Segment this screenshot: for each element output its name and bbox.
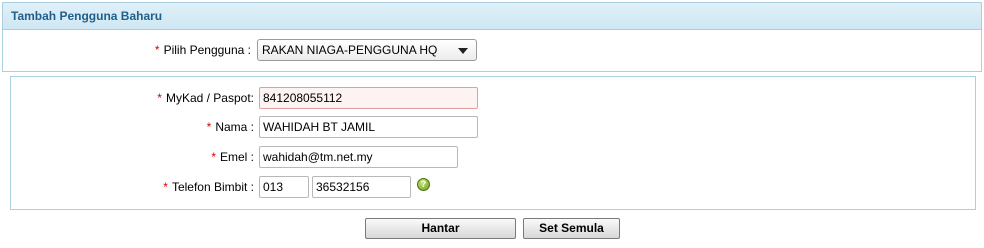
required-mark: * bbox=[157, 91, 162, 105]
user-type-select-value: RAKAN NIAGA-PENGGUNA HQ bbox=[262, 43, 438, 57]
user-type-select[interactable]: RAKAN NIAGA-PENGGUNA HQ bbox=[257, 39, 477, 61]
mykad-input[interactable] bbox=[259, 87, 478, 109]
user-details-form bbox=[10, 76, 976, 210]
add-user-panel: Tambah Pengguna Baharu * Pilih Pengguna :… bbox=[2, 2, 982, 72]
required-mark: * bbox=[163, 180, 168, 194]
phone-number-input[interactable] bbox=[312, 176, 411, 198]
user-select-row: * Pilih Pengguna : RAKAN NIAGA-PENGGUNA H… bbox=[3, 39, 981, 63]
nama-label: Nama : bbox=[215, 120, 254, 134]
emel-label: Emel : bbox=[219, 150, 254, 164]
user-select-label-group: * Pilih Pengguna : bbox=[155, 39, 251, 61]
emel-label-group: * Emel : bbox=[211, 146, 254, 168]
required-mark: * bbox=[154, 43, 160, 57]
telefon-label: Telefon Bimbit : bbox=[171, 180, 254, 194]
chevron-down-icon bbox=[458, 48, 468, 54]
panel-title: Tambah Pengguna Baharu bbox=[3, 3, 981, 30]
emel-input[interactable] bbox=[259, 146, 458, 168]
required-mark: * bbox=[206, 120, 212, 134]
telefon-label-group: * Telefon Bimbit : bbox=[163, 176, 254, 198]
nama-input[interactable] bbox=[259, 116, 478, 138]
mykad-label-group: * MyKad / Paspot: bbox=[157, 87, 254, 109]
required-mark: * bbox=[211, 150, 216, 164]
nama-label-group: * Nama : bbox=[207, 116, 254, 138]
mykad-label: MyKad / Paspot: bbox=[165, 91, 254, 105]
user-select-label: Pilih Pengguna : bbox=[163, 43, 251, 57]
help-icon[interactable]: ? bbox=[417, 178, 430, 191]
phone-prefix-input[interactable] bbox=[259, 176, 309, 198]
reset-button[interactable]: Set Semula bbox=[523, 218, 620, 239]
submit-button[interactable]: Hantar bbox=[365, 218, 516, 239]
